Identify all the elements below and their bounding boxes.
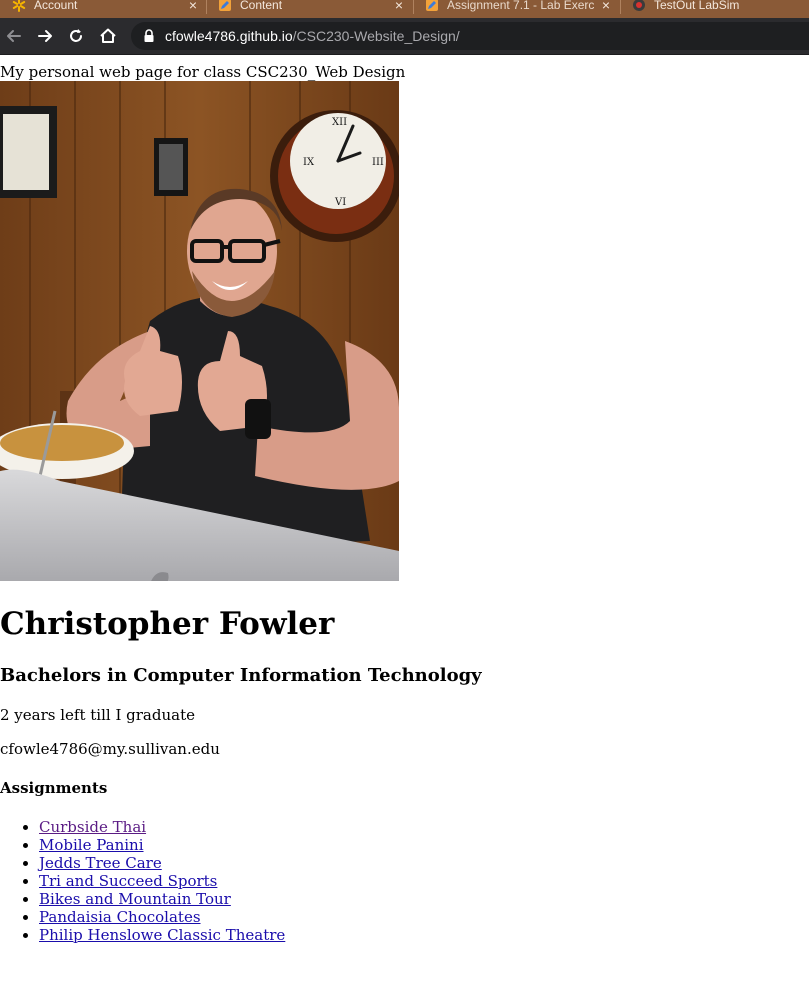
- tab-account[interactable]: Account ×: [12, 0, 197, 16]
- svg-text:IX: IX: [303, 157, 315, 168]
- tab-label: Assignment 7.1 - Lab Exerc: [447, 0, 595, 12]
- assignment-link-jedds-tree-care[interactable]: Jedds Tree Care: [39, 854, 162, 872]
- assignment-link-bikes-mountain[interactable]: Bikes and Mountain Tour: [39, 890, 231, 908]
- home-icon: [100, 28, 116, 43]
- assignment-link-tri-and-succeed[interactable]: Tri and Succeed Sports: [39, 872, 217, 890]
- assignment-link-pandaisia[interactable]: Pandaisia Chocolates: [39, 908, 201, 926]
- svg-text:XII: XII: [332, 117, 347, 128]
- tab-strip: Account × Content × Assignment 7.1 - Lab…: [0, 0, 809, 18]
- tab-assignment[interactable]: Assignment 7.1 - Lab Exerc ×: [425, 0, 610, 16]
- assignment-link-curbside-thai[interactable]: Curbside Thai: [39, 818, 146, 836]
- email-text: cfowle4786@my.sullivan.edu: [0, 740, 220, 758]
- graduation-text: 2 years left till I graduate: [0, 706, 195, 724]
- url-path: /CSC230-Website_Design/: [292, 28, 460, 44]
- pencil-doc-icon: [426, 0, 438, 11]
- tab-divider: [206, 0, 207, 14]
- tab-label: Account: [34, 0, 78, 12]
- forward-arrow-icon: [38, 30, 52, 42]
- reload-button[interactable]: [64, 24, 88, 48]
- tab-testout[interactable]: TestOut LabSim: [632, 0, 809, 16]
- assignments-list: Curbside Thai Mobile Panini Jedds Tree C…: [0, 818, 285, 944]
- home-button[interactable]: [96, 24, 120, 48]
- back-arrow-icon: [7, 30, 21, 42]
- back-button[interactable]: [2, 24, 26, 48]
- walmart-spark-icon: [12, 0, 26, 12]
- tab-content[interactable]: Content ×: [218, 0, 403, 16]
- forward-button[interactable]: [33, 24, 57, 48]
- address-bar[interactable]: cfowle4786.github.io/CSC230-Website_Desi…: [131, 22, 809, 50]
- tab-label: TestOut LabSim: [654, 0, 740, 12]
- tab-label: Content: [240, 0, 283, 12]
- tab-divider: [620, 0, 621, 14]
- list-item: Jedds Tree Care: [39, 854, 285, 872]
- page-tagline: My personal web page for class CSC230_We…: [0, 63, 406, 81]
- list-item: Tri and Succeed Sports: [39, 872, 285, 890]
- page-title: Christopher Fowler: [0, 606, 335, 642]
- profile-photo: XII IX VI III: [0, 81, 399, 581]
- close-icon[interactable]: ×: [395, 0, 403, 13]
- assignments-heading: Assignments: [0, 779, 108, 797]
- url-host: cfowle4786.github.io: [165, 28, 293, 44]
- list-item: Pandaisia Chocolates: [39, 908, 285, 926]
- close-icon[interactable]: ×: [189, 0, 197, 13]
- tab-divider: [413, 0, 414, 14]
- list-item: Mobile Panini: [39, 836, 285, 854]
- lock-icon: [144, 29, 154, 42]
- assignment-link-mobile-panini[interactable]: Mobile Panini: [39, 836, 144, 854]
- degree-heading: Bachelors in Computer Information Techno…: [0, 665, 482, 686]
- close-icon[interactable]: ×: [602, 0, 610, 13]
- svg-text:III: III: [372, 157, 384, 168]
- assignment-link-philip-henslowe[interactable]: Philip Henslowe Classic Theatre: [39, 926, 285, 944]
- list-item: Curbside Thai: [39, 818, 285, 836]
- pencil-doc-icon: [219, 0, 231, 11]
- svg-text:VI: VI: [334, 197, 346, 208]
- browser-toolbar: cfowle4786.github.io/CSC230-Website_Desi…: [0, 18, 809, 55]
- list-item: Bikes and Mountain Tour: [39, 890, 285, 908]
- reload-icon: [70, 29, 82, 42]
- list-item: Philip Henslowe Classic Theatre: [39, 926, 285, 944]
- testout-icon: [633, 0, 645, 11]
- profile-photo-image: XII IX VI III: [0, 81, 399, 581]
